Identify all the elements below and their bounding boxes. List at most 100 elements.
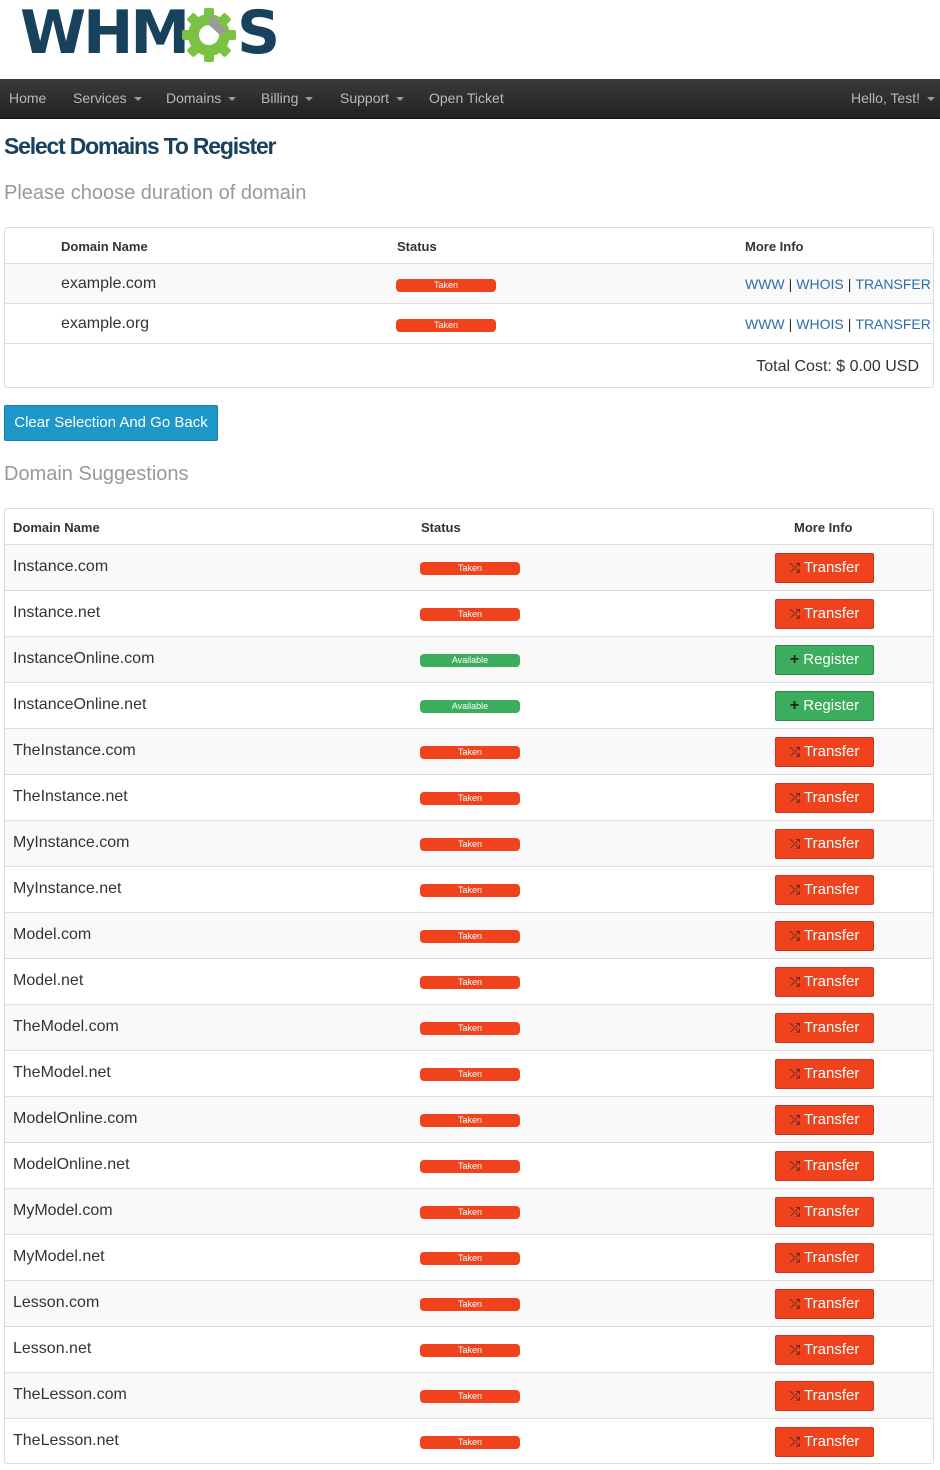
nav-open-ticket[interactable]: Open Ticket — [429, 79, 504, 119]
status-badge: Available — [420, 700, 520, 713]
shuffle-icon: ⤮ — [789, 836, 801, 851]
whois-link[interactable]: WHOIS — [796, 316, 843, 332]
plus-icon: + — [789, 651, 800, 668]
transfer-link[interactable]: TRANSFER — [855, 276, 930, 292]
transfer-button[interactable]: ⤮ Transfer — [775, 1059, 874, 1089]
status-badge: Taken — [420, 838, 520, 851]
transfer-button[interactable]: ⤮ Transfer — [775, 875, 874, 905]
link-separator: | — [847, 316, 852, 332]
transfer-button[interactable]: ⤮ Transfer — [775, 829, 874, 859]
transfer-button[interactable]: ⤮ Transfer — [775, 1381, 874, 1411]
table-row: Instance.com Taken ⤮ Transfer — [5, 544, 933, 590]
total-row: Total Cost: $ 0.00 USD — [5, 343, 933, 387]
status-badge: Taken — [420, 608, 520, 621]
transfer-button[interactable]: ⤮ Transfer — [775, 553, 874, 583]
button-label: Transfer — [804, 1019, 860, 1036]
shuffle-icon: ⤮ — [789, 928, 801, 943]
transfer-button[interactable]: ⤮ Transfer — [775, 967, 874, 997]
shuffle-icon: ⤮ — [789, 1388, 801, 1403]
transfer-button[interactable]: ⤮ Transfer — [775, 1335, 874, 1365]
shuffle-icon: ⤮ — [789, 1342, 801, 1357]
status-badge: Taken — [420, 1344, 520, 1357]
page-title: Select Domains To Register — [4, 133, 276, 159]
status-badge: Taken — [420, 1160, 520, 1173]
status-badge: Taken — [420, 1436, 520, 1449]
nav-support-label: Support — [340, 90, 390, 106]
button-label: Transfer — [804, 1387, 860, 1404]
www-link[interactable]: WWW — [745, 316, 785, 332]
whois-link[interactable]: WHOIS — [796, 276, 843, 292]
domain-name: TheModel.com — [13, 1018, 119, 1035]
nav-home[interactable]: Home — [9, 79, 46, 119]
register-button[interactable]: + Register — [775, 691, 874, 721]
table-row: Model.com Taken ⤮ Transfer — [5, 912, 933, 958]
selected-domains-table: Domain Name Status More Info example.com… — [4, 227, 934, 388]
status-badge: Taken — [420, 1390, 520, 1403]
transfer-button[interactable]: ⤮ Transfer — [775, 783, 874, 813]
nav-open-ticket-label: Open Ticket — [429, 90, 504, 106]
table-row: MyModel.com Taken ⤮ Transfer — [5, 1188, 933, 1234]
transfer-button[interactable]: ⤮ Transfer — [775, 599, 874, 629]
nav-home-label: Home — [9, 90, 47, 106]
table-row: example.org Taken WWW | WHOIS | TRANSFER — [5, 303, 933, 343]
shuffle-icon: ⤮ — [789, 1066, 801, 1081]
shuffle-icon: ⤮ — [789, 1020, 801, 1035]
shuffle-icon: ⤮ — [789, 744, 801, 759]
transfer-button[interactable]: ⤮ Transfer — [775, 1427, 874, 1457]
status-badge: Available — [420, 654, 520, 667]
nav-services[interactable]: Services — [73, 79, 142, 119]
logo-text: WHM — [20, 0, 190, 68]
table-row: TheInstance.net Taken ⤮ Transfer — [5, 774, 933, 820]
transfer-button[interactable]: ⤮ Transfer — [775, 1243, 874, 1273]
transfer-link[interactable]: TRANSFER — [855, 316, 930, 332]
domain-links: WWW | WHOIS | TRANSFER — [745, 316, 931, 332]
transfer-button[interactable]: ⤮ Transfer — [775, 1013, 874, 1043]
button-label: Transfer — [804, 1295, 860, 1312]
status-badge: Taken — [396, 319, 496, 332]
transfer-button[interactable]: ⤮ Transfer — [775, 1289, 874, 1319]
register-button[interactable]: + Register — [775, 645, 874, 675]
nav-support[interactable]: Support — [340, 79, 405, 119]
button-label: Transfer — [804, 835, 860, 852]
nav-user-menu[interactable]: Hello, Test! — [851, 79, 935, 119]
caret-down-icon — [305, 97, 314, 102]
button-label: Register — [803, 697, 860, 714]
status-badge: Taken — [420, 1206, 520, 1219]
domain-name: TheInstance.net — [13, 788, 128, 805]
link-separator: | — [847, 276, 852, 292]
domain-links: WWW | WHOIS | TRANSFER — [745, 276, 931, 292]
domain-name: InstanceOnline.net — [13, 696, 147, 713]
status-badge: Taken — [420, 1068, 520, 1081]
status-badge: Taken — [420, 930, 520, 943]
header-more-info: More Info — [794, 520, 853, 535]
transfer-button[interactable]: ⤮ Transfer — [775, 737, 874, 767]
header-domain-name: Domain Name — [61, 239, 148, 254]
shuffle-icon: ⤮ — [789, 1204, 801, 1219]
table-row: TheModel.net Taken ⤮ Transfer — [5, 1050, 933, 1096]
header-more-info: More Info — [745, 239, 804, 254]
www-link[interactable]: WWW — [745, 276, 785, 292]
clear-selection-button[interactable]: Clear Selection And Go Back — [4, 405, 218, 441]
nav-user-label: Hello, Test! — [851, 90, 920, 106]
transfer-button[interactable]: ⤮ Transfer — [775, 921, 874, 951]
domain-name: MyInstance.com — [13, 834, 130, 851]
domain-suggestions-table: Domain Name Status More Info Instance.co… — [4, 508, 934, 1464]
nav-billing[interactable]: Billing — [261, 79, 314, 119]
shuffle-icon: ⤮ — [789, 882, 801, 897]
nav-domains-label: Domains — [166, 90, 222, 106]
shuffle-icon: ⤮ — [789, 1296, 801, 1311]
table-row: TheLesson.net Taken ⤮ Transfer — [5, 1418, 933, 1463]
button-label: Transfer — [804, 743, 860, 760]
transfer-button[interactable]: ⤮ Transfer — [775, 1197, 874, 1227]
transfer-button[interactable]: ⤮ Transfer — [775, 1151, 874, 1181]
caret-down-icon — [228, 97, 237, 102]
status-badge: Taken — [396, 279, 496, 292]
transfer-button[interactable]: ⤮ Transfer — [775, 1105, 874, 1135]
plus-icon: + — [789, 697, 800, 714]
top-navbar: Home Services Domains Billing Support Op… — [0, 79, 940, 119]
link-separator: | — [788, 276, 793, 292]
nav-domains[interactable]: Domains — [166, 79, 237, 119]
shuffle-icon: ⤮ — [789, 606, 801, 621]
table-row: ModelOnline.com Taken ⤮ Transfer — [5, 1096, 933, 1142]
button-label: Transfer — [804, 1111, 860, 1128]
